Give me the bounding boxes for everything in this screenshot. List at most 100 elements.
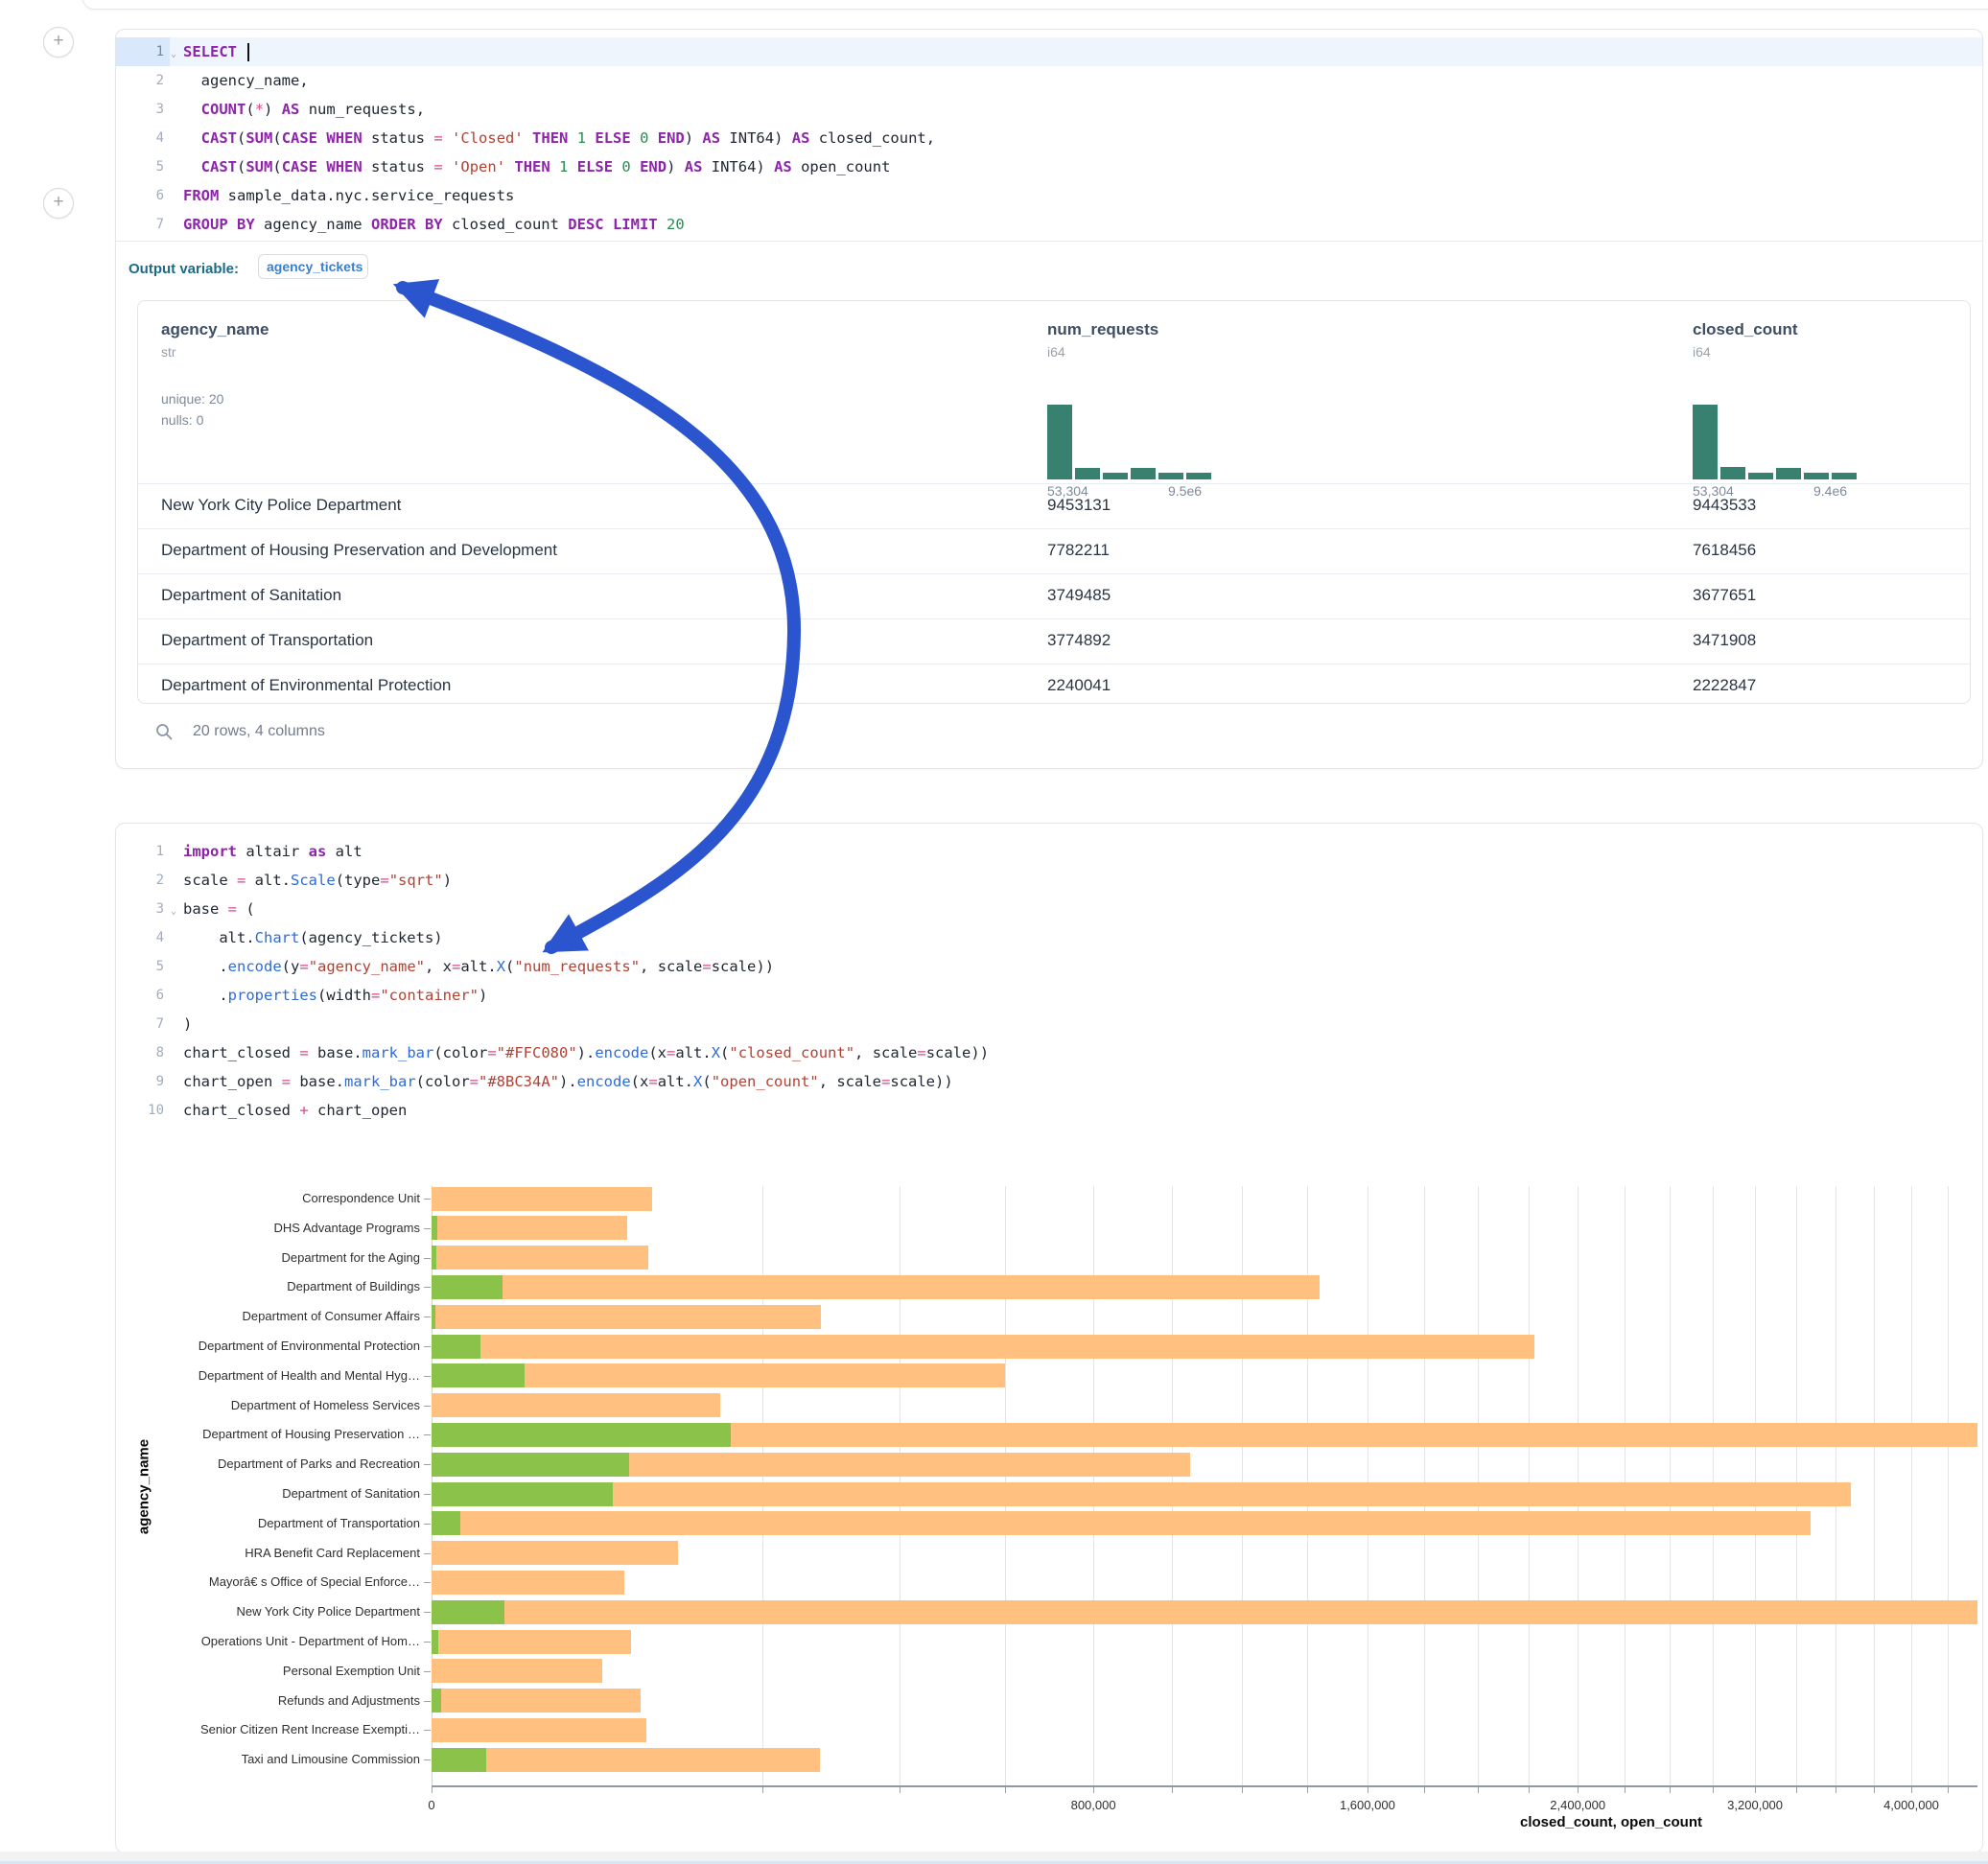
code-text: ) bbox=[170, 1010, 192, 1038]
bar-open bbox=[432, 1216, 437, 1240]
y-axis-label: Department of Parks and Recreation bbox=[132, 1456, 420, 1472]
line-number: 7 bbox=[116, 1010, 170, 1038]
code-line[interactable]: 6 .properties(width="container") bbox=[116, 981, 1982, 1010]
x-axis-tick bbox=[762, 1787, 763, 1793]
line-number: 3 bbox=[116, 95, 170, 124]
x-axis-line bbox=[432, 1785, 1977, 1787]
code-line[interactable]: 1import altair as alt bbox=[116, 837, 1982, 866]
column-header-agency-name[interactable]: agency_name str unique: 20 nulls: 0 bbox=[161, 320, 269, 431]
column-title: closed_count bbox=[1693, 320, 1798, 339]
y-axis-tick bbox=[424, 1730, 431, 1731]
bar-open bbox=[432, 1423, 731, 1447]
code-line[interactable]: 3⌄base = ( bbox=[116, 895, 1982, 923]
bar-closed bbox=[432, 1748, 820, 1772]
cell-num-requests: 9453131 bbox=[1047, 496, 1111, 515]
bar-open bbox=[432, 1363, 525, 1387]
cell-closed-count: 7618456 bbox=[1693, 541, 1756, 560]
bar-open bbox=[432, 1305, 435, 1329]
y-axis-label: Taxi and Limousine Commission bbox=[132, 1752, 420, 1767]
bar-closed bbox=[432, 1187, 652, 1211]
x-axis-tick bbox=[1093, 1787, 1094, 1793]
code-line[interactable]: 2scale = alt.Scale(type="sqrt") bbox=[116, 866, 1982, 895]
code-line[interactable]: 7) bbox=[116, 1010, 1982, 1038]
bar-closed bbox=[432, 1541, 678, 1565]
cell-agency-name: Department of Sanitation bbox=[161, 586, 341, 605]
code-line[interactable]: 2 agency_name, bbox=[116, 66, 1982, 95]
x-axis-tick-label: 2,400,000 bbox=[1520, 1798, 1635, 1812]
line-number: 9 bbox=[116, 1067, 170, 1096]
code-text: COUNT(*) AS num_requests, bbox=[170, 95, 425, 124]
bar-closed bbox=[432, 1511, 1811, 1535]
y-axis-tick bbox=[424, 1464, 431, 1465]
table-row[interactable]: Department of Housing Preservation and D… bbox=[138, 528, 1970, 573]
x-axis-tick-label: 800,000 bbox=[1036, 1798, 1151, 1812]
code-line[interactable]: 10chart_closed + chart_open bbox=[116, 1096, 1982, 1125]
code-text: SELECT bbox=[170, 37, 249, 66]
y-axis-label: Department of Sanitation bbox=[132, 1486, 420, 1502]
bar-open bbox=[432, 1335, 480, 1359]
table-row[interactable]: Department of Transportation377489234719… bbox=[138, 618, 1970, 664]
column-stat-unique: unique: 20 bbox=[161, 388, 269, 409]
x-axis-tick-label: 1,600,000 bbox=[1310, 1798, 1425, 1812]
line-number: 5 bbox=[116, 152, 170, 181]
chart-gridline bbox=[1911, 1186, 1912, 1785]
y-axis-tick bbox=[424, 1524, 431, 1525]
code-line[interactable]: 5 CAST(SUM(CASE WHEN status = 'Open' THE… bbox=[116, 152, 1982, 181]
y-axis-tick bbox=[424, 1406, 431, 1407]
line-number: 1⌄ bbox=[116, 37, 170, 66]
code-line[interactable]: 5 .encode(y="agency_name", x=alt.X("num_… bbox=[116, 952, 1982, 981]
table-row[interactable]: Department of Environmental Protection22… bbox=[138, 664, 1970, 704]
code-text: chart_closed + chart_open bbox=[170, 1096, 407, 1125]
column-header-closed-count[interactable]: closed_count i64 bbox=[1693, 320, 1798, 360]
histogram-bar bbox=[1748, 473, 1773, 479]
search-icon[interactable] bbox=[154, 722, 174, 741]
x-axis-tick bbox=[1948, 1787, 1949, 1793]
y-axis-tick bbox=[424, 1582, 431, 1583]
chart-gridline bbox=[1874, 1186, 1875, 1785]
bar-open bbox=[432, 1689, 441, 1713]
add-cell-button-output[interactable]: + bbox=[43, 188, 74, 219]
bar-closed bbox=[432, 1689, 641, 1713]
table-rows: New York City Police Department945313194… bbox=[138, 483, 1970, 704]
y-axis-label: Department of Consumer Affairs bbox=[132, 1309, 420, 1324]
code-line[interactable]: 4 alt.Chart(agency_tickets) bbox=[116, 923, 1982, 952]
histogram-bar bbox=[1103, 473, 1128, 479]
sql-code-editor[interactable]: 1⌄SELECT 2 agency_name,3 COUNT(*) AS num… bbox=[116, 37, 1982, 239]
y-axis-label: Correspondence Unit bbox=[132, 1191, 420, 1206]
y-axis-label: Department of Environmental Protection bbox=[132, 1339, 420, 1354]
code-line[interactable]: 1⌄SELECT bbox=[116, 37, 1982, 66]
closed-count-histogram bbox=[1693, 405, 1858, 479]
add-cell-button-top[interactable]: + bbox=[43, 27, 74, 58]
x-axis-tick bbox=[1172, 1787, 1173, 1793]
collapse-chevron-icon[interactable]: ⌄ bbox=[171, 897, 176, 926]
code-line[interactable]: 4 CAST(SUM(CASE WHEN status = 'Closed' T… bbox=[116, 124, 1982, 152]
column-type: str bbox=[161, 344, 269, 360]
code-text: scale = alt.Scale(type="sqrt") bbox=[170, 866, 452, 895]
code-line[interactable]: 7GROUP BY agency_name ORDER BY closed_co… bbox=[116, 210, 1982, 239]
table-row[interactable]: New York City Police Department945313194… bbox=[138, 483, 1970, 528]
bar-closed bbox=[432, 1659, 602, 1683]
output-variable-pill[interactable]: agency_tickets bbox=[258, 254, 368, 279]
bar-closed bbox=[432, 1718, 646, 1742]
y-axis-tick bbox=[424, 1434, 431, 1435]
bar-open bbox=[432, 1748, 486, 1772]
code-line[interactable]: 8chart_closed = base.mark_bar(color="#FF… bbox=[116, 1038, 1982, 1067]
cell-num-requests: 7782211 bbox=[1047, 541, 1110, 560]
code-text: chart_closed = base.mark_bar(color="#FFC… bbox=[170, 1038, 989, 1067]
y-axis-tick bbox=[424, 1346, 431, 1347]
collapse-chevron-icon[interactable]: ⌄ bbox=[171, 40, 176, 69]
cell-num-requests: 3774892 bbox=[1047, 631, 1111, 650]
code-line[interactable]: 6FROM sample_data.nyc.service_requests bbox=[116, 181, 1982, 210]
python-code-editor[interactable]: 1import altair as alt2scale = alt.Scale(… bbox=[116, 837, 1982, 1125]
x-axis-tick bbox=[432, 1787, 433, 1793]
table-row[interactable]: Department of Sanitation37494853677651 bbox=[138, 573, 1970, 618]
column-header-num-requests[interactable]: num_requests i64 bbox=[1047, 320, 1158, 360]
x-axis-tick bbox=[1796, 1787, 1797, 1793]
y-axis-label: Senior Citizen Rent Increase Exempti… bbox=[132, 1722, 420, 1737]
code-line[interactable]: 9chart_open = base.mark_bar(color="#8BC3… bbox=[116, 1067, 1982, 1096]
code-text: import altair as alt bbox=[170, 837, 363, 866]
bar-closed bbox=[432, 1393, 720, 1417]
y-axis-label: Mayorâ€ s Office of Special Enforce… bbox=[132, 1574, 420, 1590]
x-axis-tick bbox=[1242, 1787, 1243, 1793]
code-line[interactable]: 3 COUNT(*) AS num_requests, bbox=[116, 95, 1982, 124]
